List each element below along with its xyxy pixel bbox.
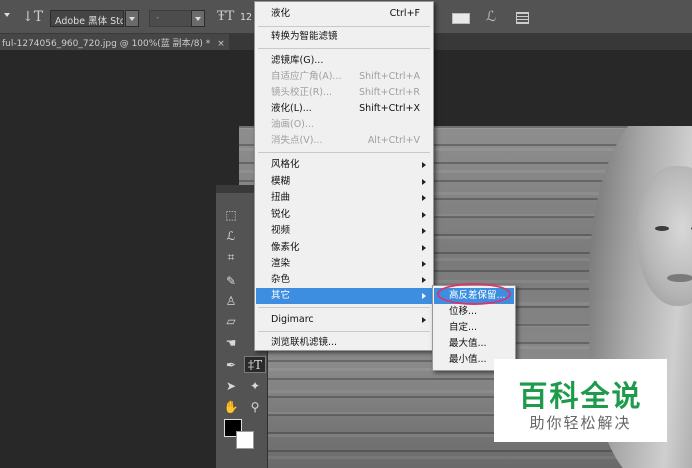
- menu-separator: [258, 307, 430, 308]
- lasso-tool-icon[interactable]: ℒ: [220, 228, 242, 245]
- type-tool-icon[interactable]: ‡T: [244, 356, 266, 373]
- document-tab-title: ful-1274056_960_720.jpg @ 100%(蓝 副本/8) *: [2, 39, 211, 49]
- submenu-arrow-icon: [422, 195, 426, 201]
- submenu-arrow-icon: [422, 317, 426, 323]
- menu-item-label: 镜头校正(R)...: [271, 87, 333, 98]
- submenu-arrow-icon: [422, 228, 426, 234]
- menu-item-shortcut: Ctrl+F: [389, 8, 420, 19]
- text-orientation-icon[interactable]: ↓T: [22, 9, 43, 25]
- menu-item-label: 模糊: [271, 176, 291, 187]
- menu-item-shortcut: Alt+Ctrl+V: [367, 135, 420, 146]
- menu-item-stylize[interactable]: 风格化: [256, 157, 432, 173]
- photo-lips: [667, 274, 692, 282]
- menu-separator: [258, 331, 430, 332]
- zoom-tool-icon[interactable]: ⚲: [244, 399, 266, 416]
- warp-text-icon[interactable]: ℒ: [486, 9, 496, 25]
- tool-preset-dropdown[interactable]: [4, 13, 10, 17]
- menu-item-label: Digimarc: [271, 314, 314, 325]
- menu-item-adaptive-wide-angle: 自适应广角(A)... Shift+Ctrl+A: [256, 69, 432, 85]
- menu-item-label: 渲染: [271, 258, 291, 269]
- font-size-value[interactable]: 12: [240, 12, 252, 23]
- path-selection-tool-icon[interactable]: ➤: [220, 378, 242, 395]
- menu-separator: [258, 26, 430, 27]
- menu-item-digimarc[interactable]: Digimarc: [256, 312, 432, 328]
- character-panel-icon[interactable]: [516, 12, 529, 24]
- menu-item-label: 液化: [271, 8, 291, 19]
- font-family-select[interactable]: Adobe 黑体 Std: [50, 10, 124, 27]
- menu-item-liquify[interactable]: 液化(L)... Shift+Ctrl+X: [256, 101, 432, 117]
- shape-tool-icon[interactable]: ✦: [244, 378, 266, 395]
- crop-tool-icon[interactable]: ⌗: [220, 249, 242, 266]
- submenu-arrow-icon: [422, 261, 426, 267]
- watermark-subtitle: 助你轻松解决: [529, 414, 632, 432]
- menu-item-label: 锐化: [271, 209, 291, 220]
- menu-item-other[interactable]: 其它: [256, 288, 432, 304]
- menu-item-label: 消失点(V)...: [271, 135, 323, 146]
- menu-separator: [258, 48, 430, 49]
- submenu-arrow-icon: [422, 179, 426, 185]
- submenu-arrow-icon: [422, 245, 426, 251]
- font-family-dropdown-button[interactable]: [125, 10, 139, 27]
- menu-item-shortcut: Shift+Ctrl+A: [359, 71, 420, 82]
- close-icon[interactable]: ×: [217, 39, 225, 49]
- submenu-arrow-icon: [422, 293, 426, 299]
- font-size-icon: ŦT: [217, 9, 235, 24]
- text-color-swatch[interactable]: [452, 13, 470, 24]
- filter-menu: 液化 Ctrl+F 转换为智能滤镜 滤镜库(G)... 自适应广角(A)... …: [254, 1, 434, 351]
- menu-item-label: 杂色: [271, 274, 291, 285]
- menu-item-render[interactable]: 渲染: [256, 256, 432, 272]
- menu-item-shortcut: Shift+Ctrl+X: [359, 103, 420, 114]
- stamp-tool-icon[interactable]: ♙: [220, 293, 242, 310]
- menu-item-label: 自适应广角(A)...: [271, 71, 342, 82]
- menu-item-convert-smart-filter[interactable]: 转换为智能滤镜: [256, 29, 432, 45]
- document-tab[interactable]: ful-1274056_960_720.jpg @ 100%(蓝 副本/8) *…: [0, 34, 229, 50]
- smudge-tool-icon[interactable]: ☚: [220, 335, 242, 352]
- menu-item-label: 视频: [271, 225, 291, 236]
- submenu-item-offset[interactable]: 位移...: [434, 304, 514, 320]
- submenu-arrow-icon: [422, 277, 426, 283]
- font-style-dropdown-button[interactable]: [191, 10, 205, 27]
- pen-tool-icon[interactable]: ✒: [220, 357, 242, 374]
- menu-item-label: 像素化: [271, 242, 300, 253]
- menu-item-oil-paint: 油画(O)...: [256, 117, 432, 133]
- menu-item-vanishing-point: 消失点(V)... Alt+Ctrl+V: [256, 133, 432, 149]
- background-color-swatch[interactable]: [236, 431, 254, 449]
- marquee-tool-icon[interactable]: ⬚: [220, 207, 242, 224]
- menu-item-pixelate[interactable]: 像素化: [256, 240, 432, 256]
- menu-item-label: 油画(O)...: [271, 119, 314, 130]
- menu-item-sharpen[interactable]: 锐化: [256, 207, 432, 223]
- hand-tool-icon[interactable]: ✋: [220, 399, 242, 416]
- submenu-arrow-icon: [422, 162, 426, 168]
- menu-item-label: 转换为智能滤镜: [271, 31, 338, 42]
- menu-item-label: 液化(L)...: [271, 103, 312, 114]
- watermark-title: 百科全说: [518, 379, 643, 413]
- menu-item-noise[interactable]: 杂色: [256, 272, 432, 288]
- menu-item-video[interactable]: 视频: [256, 223, 432, 239]
- menu-item-filter-gallery[interactable]: 滤镜库(G)...: [256, 53, 432, 69]
- submenu-item-high-pass[interactable]: 高反差保留...: [434, 288, 514, 304]
- menu-item-distort[interactable]: 扭曲: [256, 190, 432, 206]
- submenu-arrow-icon: [422, 212, 426, 218]
- menu-item-last-filter[interactable]: 液化 Ctrl+F: [256, 6, 432, 22]
- menu-item-label: 滤镜库(G)...: [271, 55, 324, 66]
- eyedropper-tool-icon[interactable]: ✎: [220, 273, 242, 290]
- menu-item-shortcut: Shift+Ctrl+R: [358, 87, 420, 98]
- menu-item-label: 风格化: [271, 159, 300, 170]
- photo-eye: [655, 226, 669, 231]
- watermark-logo: 百科全说 助你轻松解决: [494, 359, 667, 442]
- submenu-item-maximum[interactable]: 最大值...: [434, 336, 514, 352]
- menu-item-lens-correction: 镜头校正(R)... Shift+Ctrl+R: [256, 85, 432, 101]
- menu-item-label: 其它: [271, 290, 291, 301]
- eraser-tool-icon[interactable]: ▱: [220, 313, 242, 330]
- menu-item-label: 浏览联机滤镜...: [271, 337, 338, 348]
- menu-separator: [258, 152, 430, 153]
- menu-item-browse-online-filters[interactable]: 浏览联机滤镜...: [256, 335, 432, 351]
- menu-item-blur[interactable]: 模糊: [256, 174, 432, 190]
- menu-item-label: 扭曲: [271, 192, 291, 203]
- submenu-item-custom[interactable]: 自定...: [434, 320, 514, 336]
